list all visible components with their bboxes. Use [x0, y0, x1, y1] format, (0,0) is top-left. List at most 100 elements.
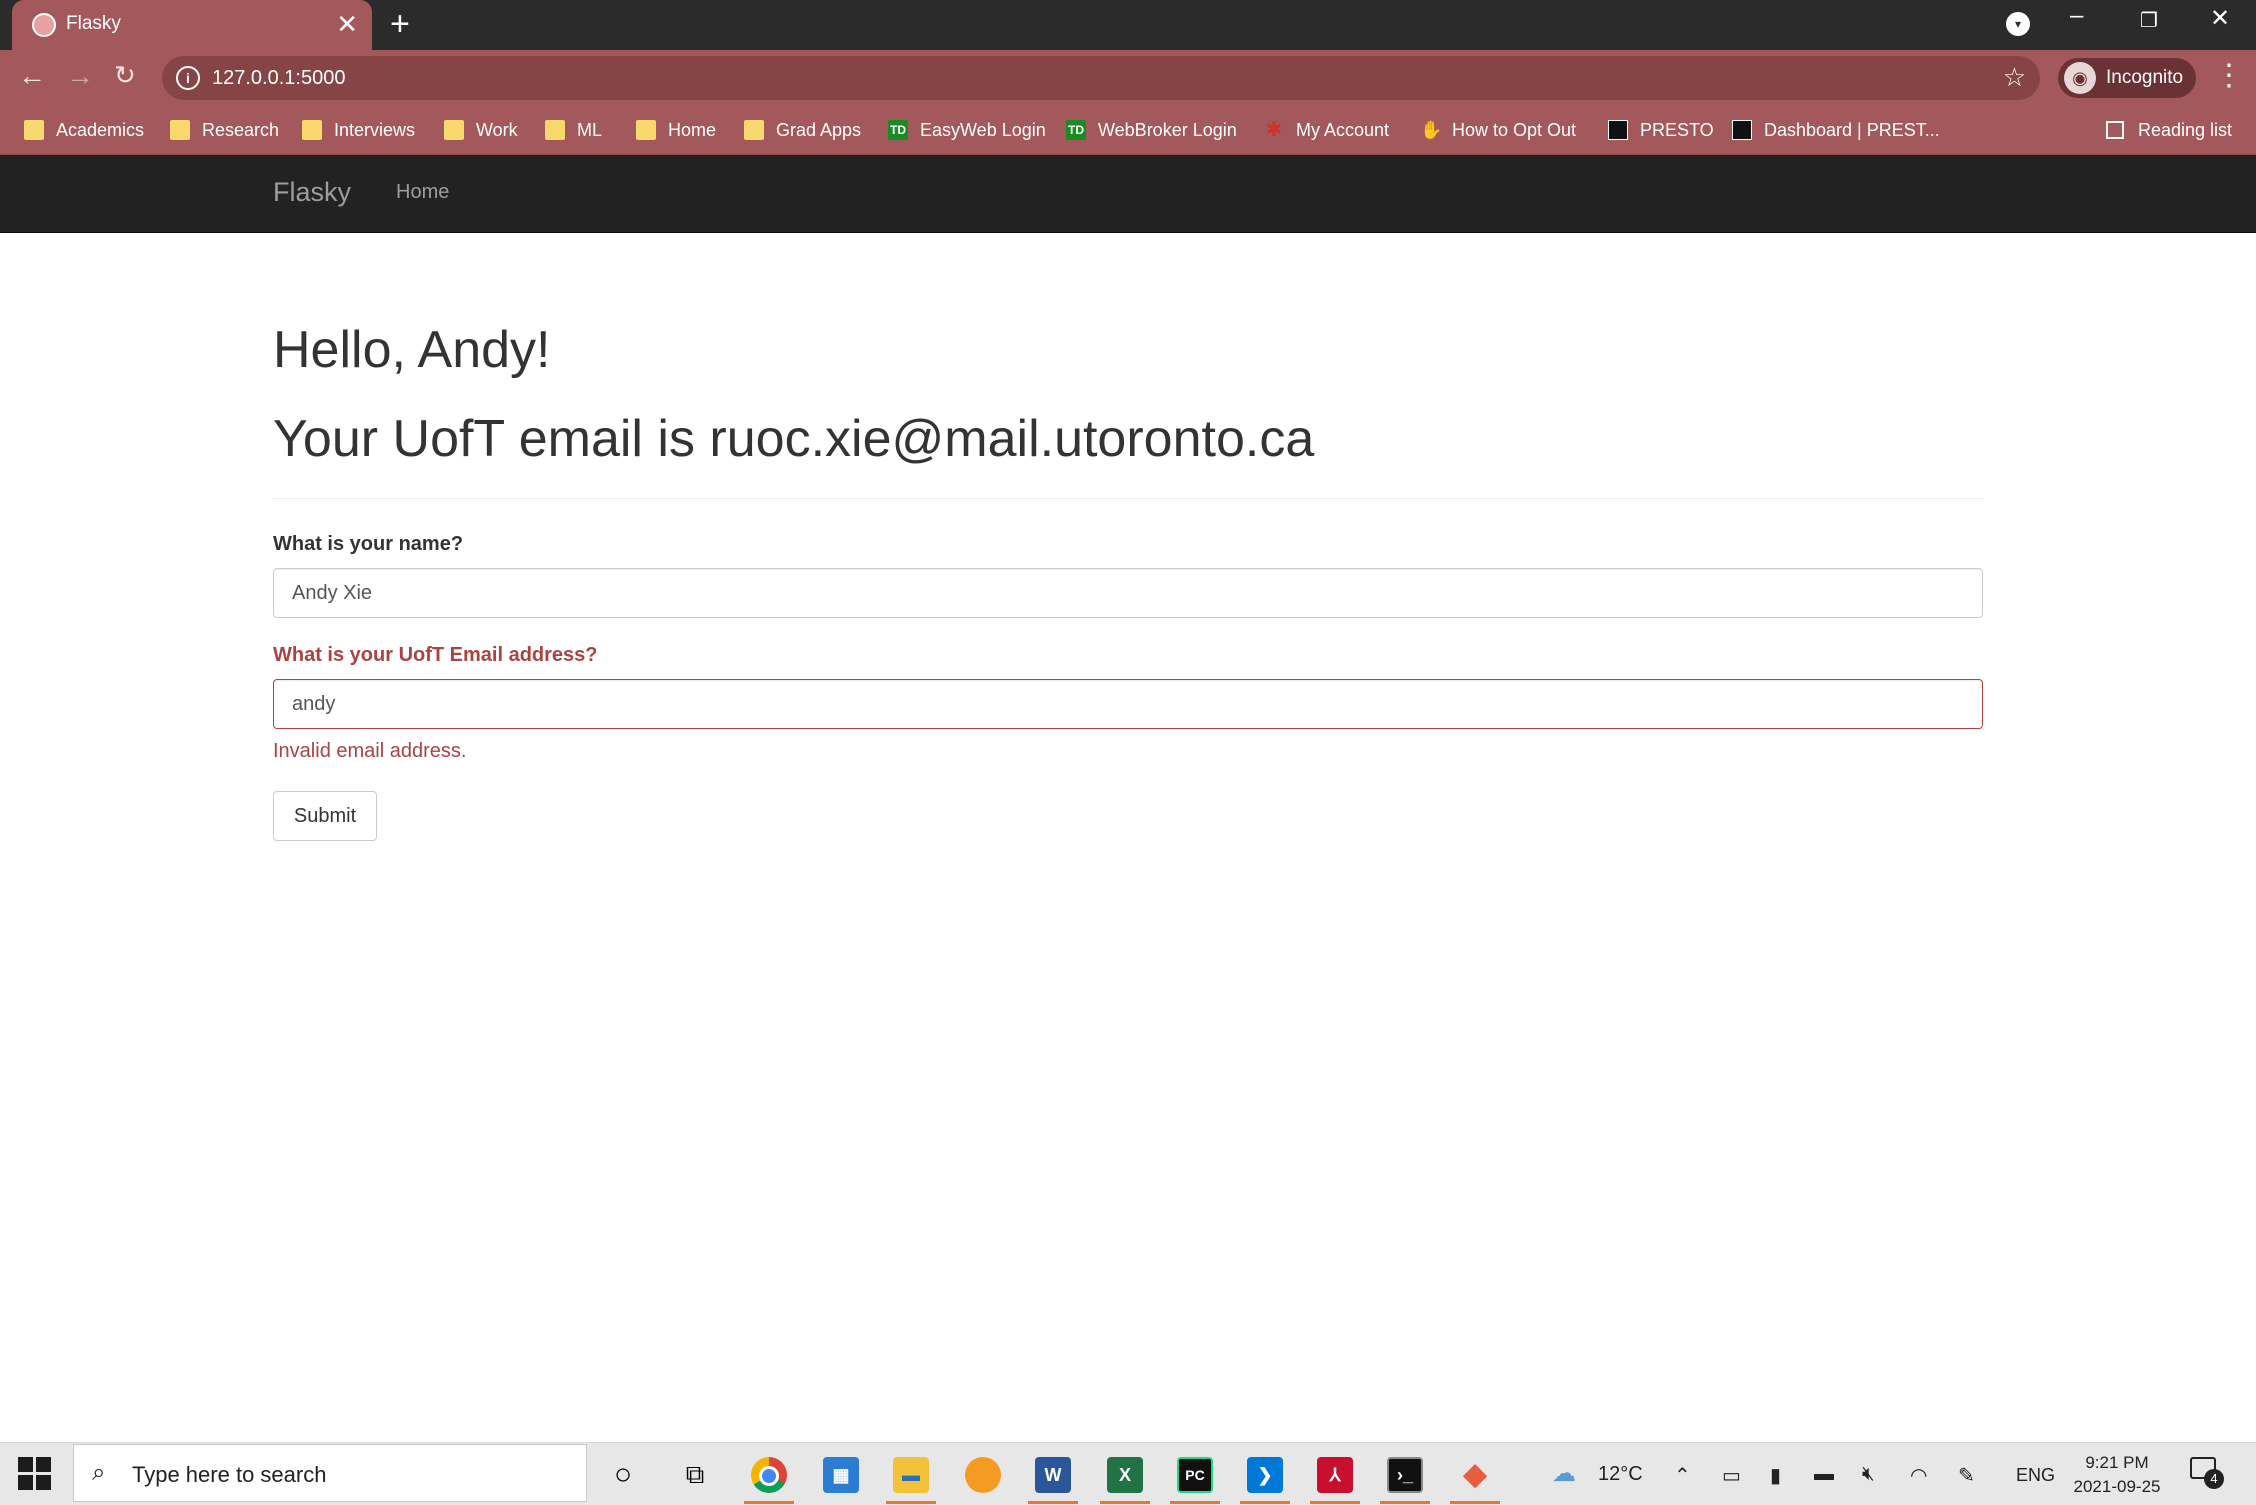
page-header-divider [273, 498, 1983, 499]
volume-muted-icon[interactable]: 🔇︎ [1862, 1463, 1875, 1486]
reading-list-icon [2106, 121, 2124, 139]
meet-now-icon[interactable]: ▭ [1722, 1463, 1741, 1488]
excel-icon[interactable]: X [1094, 1449, 1156, 1504]
bookmark-star-icon[interactable]: ☆ [2003, 62, 2026, 93]
search-icon: ⌕ [92, 1459, 106, 1486]
tab-strip: Flasky ✕ + ▾ – ❐ ✕ [0, 0, 2256, 50]
task-view-icon[interactable]: ⧉ [664, 1449, 726, 1501]
site-navbar: Flasky Home [0, 155, 2256, 233]
bookmark-label: ML [577, 119, 603, 140]
close-tab-icon[interactable]: ✕ [336, 9, 358, 39]
battery-icon[interactable]: ▬ [1814, 1463, 1834, 1486]
td-bank-icon: TD [888, 120, 908, 140]
address-bar[interactable]: i 127.0.0.1:5000 ☆ [162, 56, 2040, 100]
clock-date: 2021-09-25 [2073, 1477, 2161, 1496]
reading-list-button[interactable]: Reading list [2106, 106, 2232, 154]
bookmark-ml[interactable]: ML [545, 106, 602, 154]
bookmark-presto[interactable]: PRESTO [1608, 106, 1714, 154]
bookmark-dashboard-presto[interactable]: Dashboard | PREST... [1732, 106, 1940, 154]
name-input[interactable] [273, 568, 1983, 618]
presto-icon [1732, 120, 1752, 140]
terminal-icon[interactable]: ›_ [1374, 1449, 1436, 1504]
presto-icon [1608, 120, 1628, 140]
restore-icon[interactable]: ❐ [2140, 8, 2158, 33]
calendar-icon[interactable]: ▦ [810, 1449, 872, 1501]
wifi-icon[interactable]: ◠ [1910, 1463, 1927, 1488]
bookmark-label: My Account [1296, 119, 1390, 140]
taskbar: ⌕ Type here to search ○ ⧉ ▦ ▬ W X PC ❯ ⅄… [0, 1442, 2256, 1505]
tab-flasky[interactable]: Flasky ✕ [12, 0, 372, 50]
tab-search-icon[interactable]: ▾ [2006, 12, 2030, 36]
word-icon[interactable]: W [1022, 1449, 1084, 1504]
bookmark-easyweb-login[interactable]: TD EasyWeb Login [888, 106, 1046, 154]
bookmark-label: Work [476, 119, 518, 140]
bookmark-work[interactable]: Work [444, 106, 518, 154]
minimize-icon[interactable]: – [2070, 2, 2083, 30]
bookmark-research[interactable]: Research [170, 106, 279, 154]
bookmark-grad-apps[interactable]: Grad Apps [744, 106, 861, 154]
back-icon[interactable]: ← [18, 60, 46, 92]
windows-start-icon[interactable] [18, 1457, 52, 1491]
url-text[interactable]: 127.0.0.1:5000 [212, 67, 345, 90]
submit-button[interactable]: Submit [273, 791, 377, 841]
bookmark-label: Home [668, 119, 717, 140]
folder-icon [636, 120, 656, 140]
bookmark-label: Dashboard | PREST... [1764, 119, 1940, 140]
acrobat-icon[interactable]: ⅄ [1304, 1449, 1366, 1504]
site-info-icon[interactable]: i [176, 66, 200, 90]
search-placeholder: Type here to search [132, 1462, 327, 1487]
cortana-icon[interactable]: ○ [592, 1449, 654, 1501]
temperature[interactable]: 12°C [1598, 1463, 1643, 1486]
folder-icon [444, 120, 464, 140]
clock-time: 9:21 PM [2085, 1453, 2149, 1472]
bookmark-label: WebBroker Login [1098, 119, 1237, 140]
edge-icon[interactable] [952, 1449, 1014, 1501]
reload-icon[interactable]: ↻ [114, 60, 136, 91]
incognito-badge[interactable]: ◉ Incognito [2058, 58, 2196, 98]
bookmark-label: PRESTO [1640, 119, 1714, 140]
nav-link-home[interactable]: Home [396, 181, 449, 204]
email-heading: Your UofT email is ruoc.xie@mail.utoront… [273, 410, 1315, 468]
bookmark-label: Grad Apps [776, 119, 862, 140]
bookmarks-bar: Academics Research Interviews Work ML Ho… [0, 106, 2256, 155]
microphone-icon[interactable]: ▮ [1770, 1463, 1781, 1488]
notification-center-icon[interactable]: 4 [2190, 1457, 2224, 1489]
bookmark-label: Research [202, 119, 280, 140]
incognito-icon: ◉ [2064, 62, 2096, 94]
close-window-icon[interactable]: ✕ [2210, 4, 2230, 33]
tab-title: Flasky [66, 13, 121, 34]
bookmark-how-to-opt-out[interactable]: ✋ How to Opt Out [1420, 106, 1576, 154]
forward-icon[interactable]: → [66, 60, 94, 92]
chrome-icon[interactable] [738, 1449, 800, 1504]
greeting-heading: Hello, Andy! [273, 321, 551, 379]
clock[interactable]: 9:21 PM 2021-09-25 [2072, 1451, 2162, 1499]
vscode-icon[interactable]: ❯ [1234, 1449, 1296, 1504]
bookmark-interviews[interactable]: Interviews [302, 106, 415, 154]
folder-icon [302, 120, 322, 140]
td-bank-icon: TD [1066, 120, 1086, 140]
browser-menu-icon[interactable]: ⋮ [2214, 58, 2244, 93]
language-indicator[interactable]: ENG [2016, 1465, 2055, 1486]
folder-icon [545, 120, 565, 140]
bookmark-my-account[interactable]: ✱ My Account [1264, 106, 1389, 154]
bookmark-label: How to Opt Out [1452, 119, 1577, 140]
file-explorer-icon[interactable]: ▬ [880, 1449, 942, 1504]
git-icon[interactable]: ◆ [1444, 1449, 1506, 1504]
new-tab-button[interactable]: + [390, 6, 410, 42]
pen-icon[interactable]: ✎ [1958, 1463, 1975, 1488]
name-label: What is your name? [273, 533, 464, 555]
maple-leaf-icon: ✱ [1265, 119, 1283, 141]
folder-icon [24, 120, 44, 140]
bookmark-home[interactable]: Home [636, 106, 716, 154]
weather-icon[interactable]: ☁ [1552, 1459, 1576, 1488]
bookmark-academics[interactable]: Academics [24, 106, 144, 154]
incognito-label: Incognito [2106, 67, 2184, 88]
bookmark-label: Academics [56, 119, 145, 140]
navbar-brand[interactable]: Flasky [273, 177, 351, 208]
favicon-icon [32, 13, 56, 37]
email-input[interactable] [273, 679, 1983, 729]
taskbar-search-box[interactable]: ⌕ Type here to search [73, 1444, 587, 1502]
tray-expand-icon[interactable]: ⌃ [1674, 1463, 1691, 1488]
pycharm-icon[interactable]: PC [1164, 1449, 1226, 1504]
bookmark-webbroker-login[interactable]: TD WebBroker Login [1066, 106, 1237, 154]
